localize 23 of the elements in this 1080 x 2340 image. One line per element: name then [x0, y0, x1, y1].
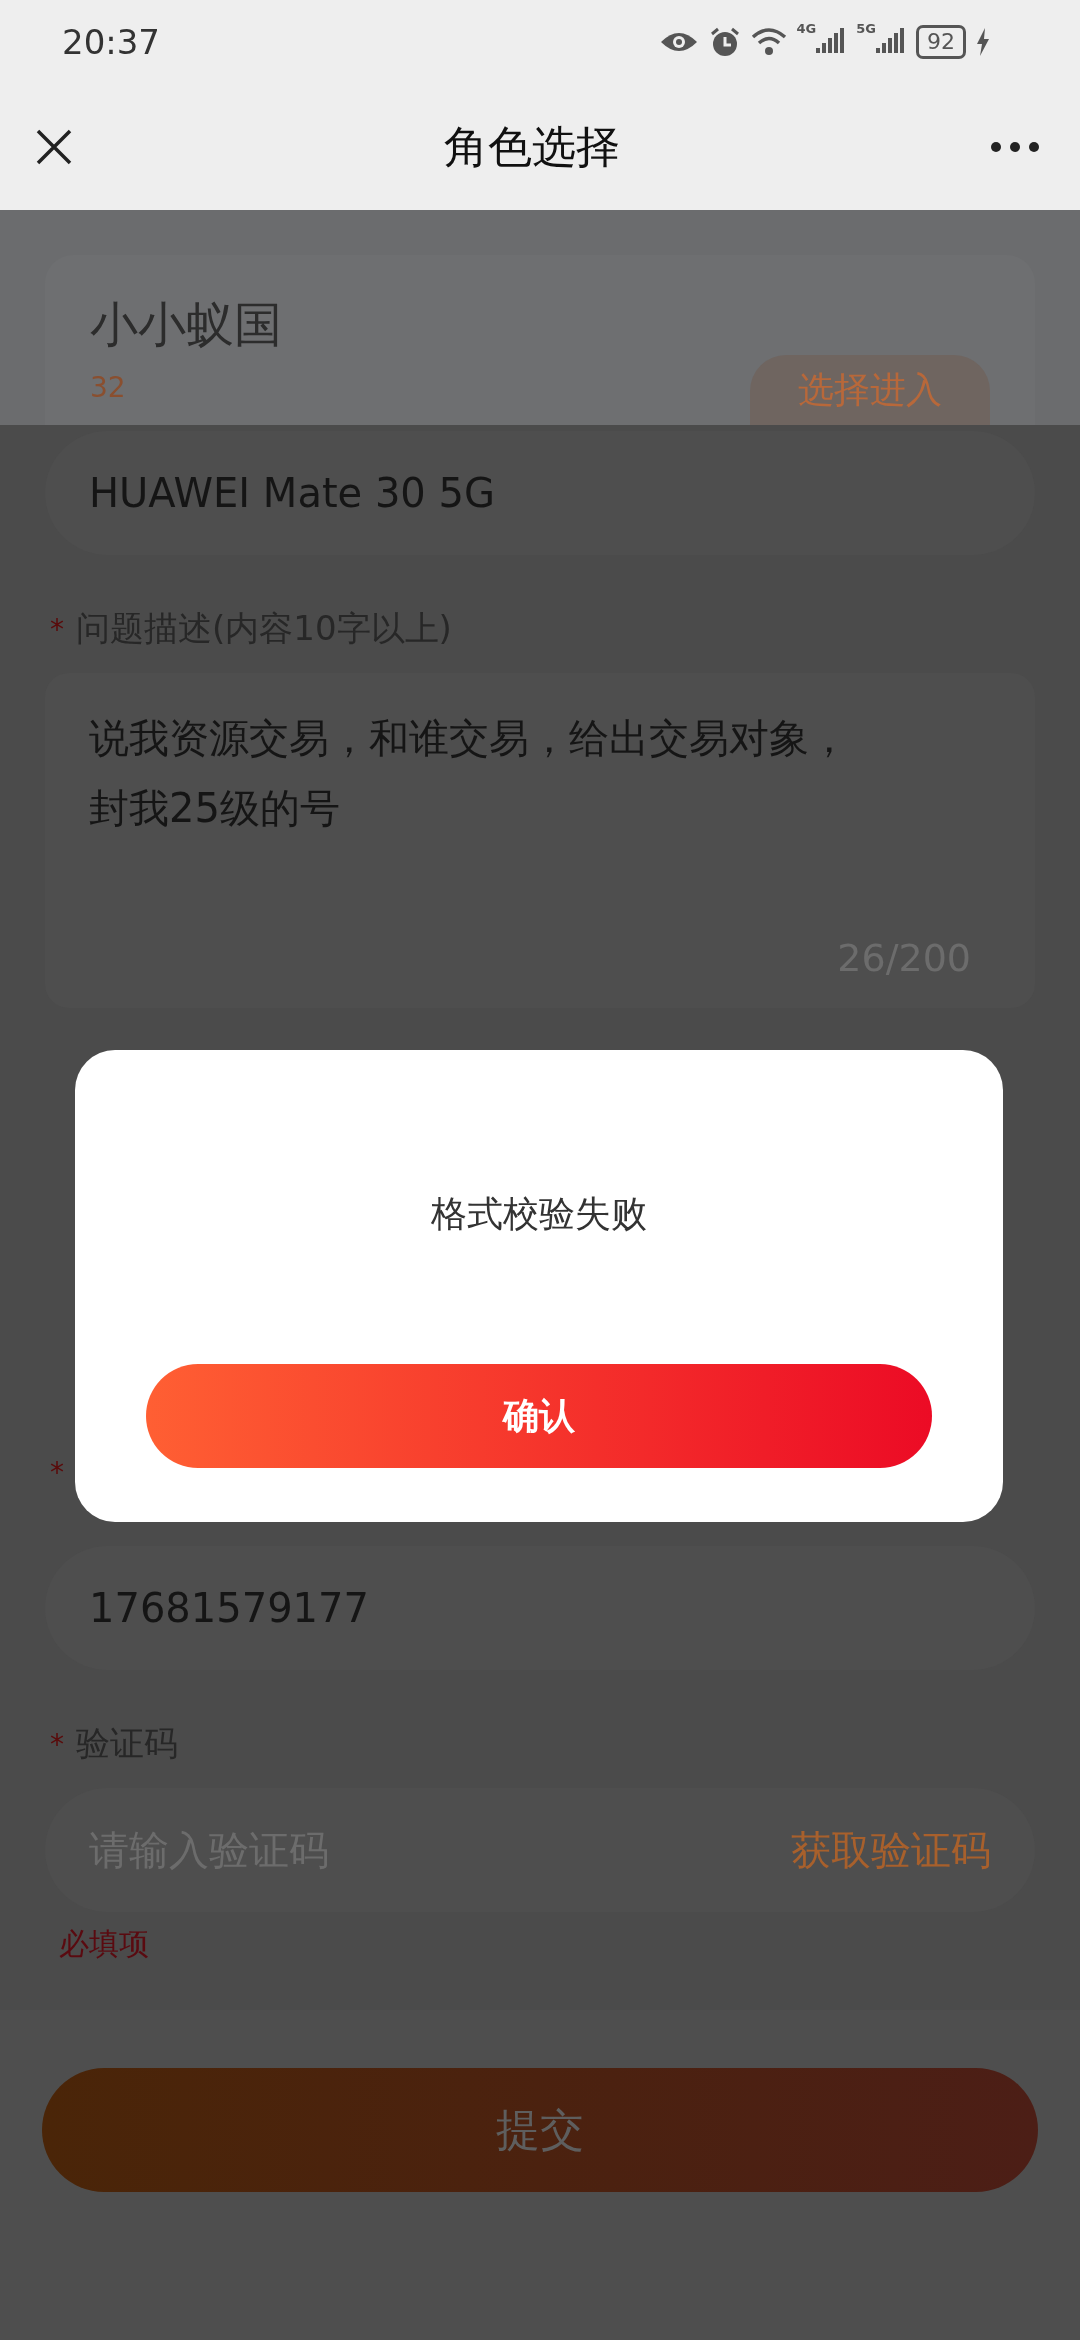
error-text: 必填项	[59, 1925, 150, 1963]
charging-icon	[976, 28, 990, 56]
required-mark: *	[50, 612, 64, 646]
enter-button[interactable]: 选择进入	[750, 355, 990, 425]
more-icon[interactable]	[990, 141, 1040, 153]
close-icon[interactable]	[34, 127, 74, 167]
required-mark: *	[50, 1455, 64, 1489]
network-type: 5G	[856, 21, 876, 36]
description-text: 说我资源交易，和谁交易，给出交易对象，	[89, 714, 849, 763]
network-type: 4G	[796, 21, 817, 36]
dialog-message: 格式校验失败	[431, 1192, 647, 1236]
required-mark: *	[50, 1727, 64, 1761]
submit-button[interactable]: 提交	[42, 2068, 1038, 2192]
page-title: 角色选择	[444, 119, 620, 174]
role-level: 32	[90, 371, 127, 404]
wifi-icon	[750, 27, 787, 57]
confirm-button[interactable]: 确认	[146, 1364, 932, 1468]
battery-level: 92	[916, 25, 966, 59]
clock: 20:37	[62, 22, 160, 62]
alarm-icon	[708, 26, 741, 58]
role-name: 小小蚁国	[90, 295, 282, 354]
get-code-button[interactable]: 获取验证码	[791, 1822, 991, 1878]
description-text: 封我25级的号	[89, 784, 340, 833]
